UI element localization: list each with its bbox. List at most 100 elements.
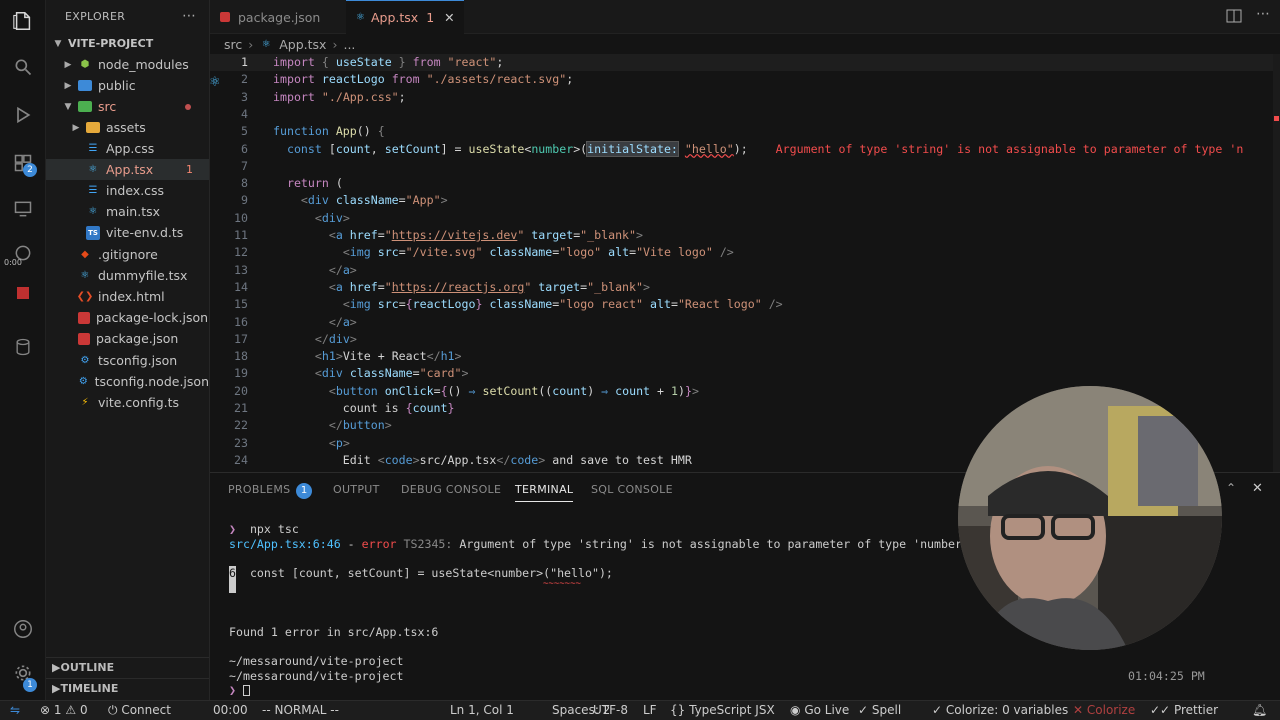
- breadcrumb-file[interactable]: App.tsx: [279, 37, 326, 52]
- vite-file-icon: ⚡: [81, 397, 89, 408]
- connect-button[interactable]: ⏻ Connect: [108, 703, 171, 718]
- warning-icon: ⚠: [65, 703, 77, 717]
- tree-item-public[interactable]: ▶ public: [46, 75, 209, 96]
- line-number: 23: [234, 435, 248, 450]
- tree-item-tsconfig-node[interactable]: ⚙ tsconfig.node.json: [46, 371, 209, 392]
- panel-tab-problems[interactable]: PROBLEMS: [228, 483, 290, 496]
- terminal-prompt-line[interactable]: ❯: [229, 683, 250, 697]
- account-icon[interactable]: [10, 616, 36, 642]
- database-icon[interactable]: [10, 334, 36, 360]
- tree-item-gitignore[interactable]: ◆ .gitignore: [46, 244, 209, 265]
- problems-indicator[interactable]: ⊗ 1 ⚠ 0: [40, 703, 88, 717]
- encoding[interactable]: UTF-8: [593, 703, 628, 717]
- panel-tab-sql-console[interactable]: SQL CONSOLE: [591, 483, 673, 496]
- tree-item-label: vite.config.ts: [98, 395, 180, 410]
- code-line: count is {count}: [273, 401, 455, 415]
- more-actions-icon[interactable]: ⋯: [182, 8, 196, 24]
- explorer-icon[interactable]: [10, 8, 36, 34]
- tree-item-label: vite-env.d.ts: [106, 225, 184, 240]
- spell-button[interactable]: ✓ Spell: [858, 703, 901, 717]
- tree-item-src[interactable]: ▼ src: [46, 96, 209, 117]
- code-line: import { useState } from "react";: [273, 55, 504, 69]
- panel-tab-debug-console[interactable]: DEBUG CONSOLE: [401, 483, 501, 496]
- tree-item-node-modules[interactable]: ▶ ⬢ node_modules: [46, 54, 209, 75]
- tree-item-index-html[interactable]: ❮❯ index.html: [46, 286, 209, 307]
- tab-problem-count: 1: [426, 10, 435, 25]
- code-line: <h1>Vite + React</h1>: [314, 349, 462, 364]
- tab-label: package.json: [238, 9, 321, 25]
- tree-item-index-css[interactable]: ☰ index.css: [46, 180, 209, 201]
- panel-tab-output[interactable]: OUTPUT: [333, 483, 380, 496]
- tree-item-main-tsx[interactable]: ⚛ main.tsx: [46, 201, 209, 222]
- colorize-variables[interactable]: ✓ Colorize: 0 variables: [932, 703, 1068, 717]
- tree-item-label: App.tsx: [106, 162, 154, 177]
- breadcrumb-more[interactable]: ...: [343, 37, 355, 52]
- accounts-badge: 1: [23, 678, 37, 692]
- tree-item-tsconfig[interactable]: ⚙ tsconfig.json: [46, 350, 209, 371]
- line-number: 18: [234, 349, 248, 364]
- record-icon[interactable]: [10, 280, 36, 306]
- folder-icon: [78, 101, 92, 112]
- tree-item-package-json[interactable]: package.json: [46, 328, 209, 349]
- timer-status[interactable]: 00:00: [213, 703, 248, 717]
- go-live-button[interactable]: ◉ Go Live: [790, 703, 849, 717]
- line-number: 14: [234, 279, 248, 294]
- prettier-button[interactable]: ✓✓ Prettier: [1150, 703, 1218, 717]
- explorer-title: EXPLORER: [65, 10, 126, 23]
- tree-item-app-tsx[interactable]: ⚛ App.tsx 1: [46, 159, 209, 180]
- search-icon[interactable]: [10, 54, 36, 80]
- tree-item-label: public: [98, 78, 136, 93]
- code-line: </a>: [328, 262, 357, 277]
- line-number: 19: [234, 366, 248, 381]
- maximize-panel-icon[interactable]: ⌃: [1226, 481, 1236, 495]
- panel-tab-terminal[interactable]: TERMINAL: [515, 483, 574, 502]
- react-file-icon: ⚛: [261, 38, 271, 50]
- terminal-error-line: src/App.tsx:6:46 - error TS2345: Argumen…: [229, 537, 1011, 551]
- notifications-bell-icon[interactable]: 🔔︎: [1252, 703, 1267, 717]
- tree-item-vite-env[interactable]: TS vite-env.d.ts: [46, 222, 209, 243]
- code-line: </button>: [328, 418, 392, 433]
- timeline-section[interactable]: ▶ TIMELINE: [46, 678, 209, 698]
- tree-item-assets[interactable]: ▶ assets: [46, 117, 209, 138]
- scrollbar-error-marker: [1274, 116, 1279, 121]
- react-file-icon: ⚛: [88, 206, 98, 217]
- tree-item-label: package-lock.json: [96, 310, 209, 325]
- line-number: 10: [234, 210, 248, 225]
- line-number: 2: [241, 72, 248, 87]
- tree-item-dummyfile[interactable]: ⚛ dummyfile.tsx: [46, 265, 209, 286]
- project-root[interactable]: ▼ VITE-PROJECT: [46, 33, 209, 54]
- outline-section[interactable]: ▶ OUTLINE: [46, 657, 209, 677]
- split-editor-icon[interactable]: [1226, 9, 1242, 26]
- npm-file-icon: [78, 332, 90, 345]
- remote-explorer-icon[interactable]: [10, 196, 36, 222]
- timer-label: 0:00: [4, 258, 22, 267]
- colorize-button[interactable]: ✕ Colorize: [1073, 703, 1135, 717]
- plug-icon: ⏻: [108, 703, 118, 717]
- tab-app-tsx[interactable]: ⚛ App.tsx 1 ✕: [346, 0, 464, 34]
- tree-item-app-css[interactable]: ☰ App.css: [46, 138, 209, 159]
- tree-item-label: dummyfile.tsx: [98, 268, 188, 283]
- code-line: return (: [286, 176, 343, 191]
- end-of-line[interactable]: LF: [643, 703, 657, 717]
- tab-label: App.tsx: [370, 10, 419, 25]
- tree-item-package-lock[interactable]: package-lock.json: [46, 307, 209, 328]
- close-icon[interactable]: ✕: [444, 10, 454, 25]
- npm-file-icon: [220, 12, 230, 22]
- tree-item-vite-config[interactable]: ⚡ vite.config.ts: [46, 392, 209, 413]
- close-panel-icon[interactable]: ✕: [1252, 481, 1263, 496]
- breadcrumb: src › ⚛ App.tsx › ...: [210, 34, 1280, 54]
- tree-item-label: node_modules: [98, 57, 189, 72]
- breadcrumb-folder[interactable]: src: [224, 37, 242, 52]
- line-number: 4: [241, 106, 248, 121]
- terminal-squiggle: ~~~~~~~: [543, 579, 581, 589]
- tab-package-json[interactable]: package.json: [210, 0, 346, 34]
- run-debug-icon[interactable]: [10, 102, 36, 128]
- cursor-position[interactable]: Ln 1, Col 1: [450, 703, 514, 717]
- code-line: <button onClick={() ⇒ setCount((count) ⇒…: [328, 383, 699, 398]
- line-number: 16: [234, 314, 248, 329]
- terminal-path-line: ~/messaround/vite-project: [229, 654, 404, 668]
- code-line: <img src={reactLogo} className="logo rea…: [342, 297, 783, 312]
- remote-indicator-icon[interactable]: ⇋: [10, 703, 20, 717]
- more-actions-icon[interactable]: ⋯: [1256, 6, 1270, 22]
- language-mode[interactable]: {} TypeScript JSX: [670, 703, 775, 717]
